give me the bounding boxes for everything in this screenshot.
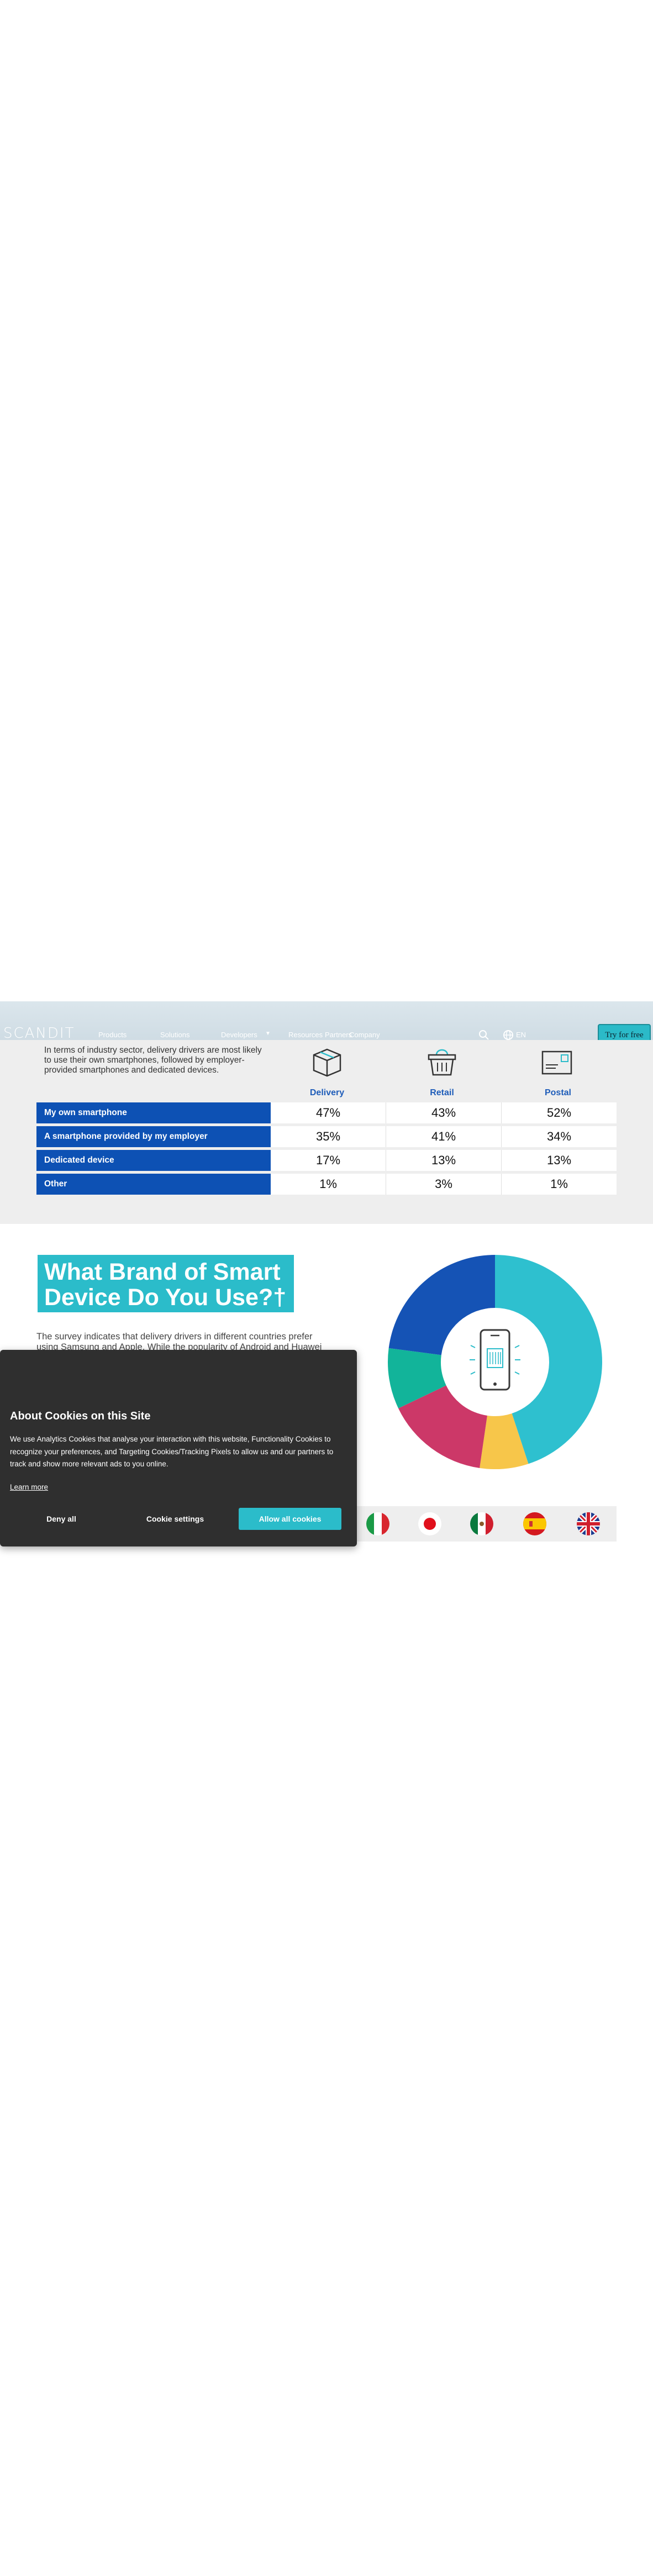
table-cell: 43% — [386, 1102, 501, 1123]
basket-icon — [428, 1049, 456, 1076]
japan-flag-icon[interactable] — [418, 1512, 441, 1535]
table-cell: 1% — [319, 1177, 337, 1191]
cookie-settings-button[interactable]: Cookie settings — [124, 1508, 227, 1530]
table-cell: 47% — [315, 1106, 341, 1120]
cookie-banner-title: About Cookies on this Site — [10, 1410, 151, 1422]
nav-item-partners[interactable]: Partners — [325, 1031, 352, 1038]
allow-all-cookies-button[interactable]: Allow all cookies — [239, 1508, 341, 1530]
table-row: 17% 13% 13% — [271, 1150, 617, 1171]
nav-item-company[interactable]: Company — [349, 1031, 380, 1038]
cookie-banner-text: We use Analytics Cookies that analyse yo… — [10, 1435, 334, 1468]
uk-flag-icon[interactable] — [577, 1512, 600, 1535]
sector-intro-text: In terms of industry sector, delivery dr… — [44, 1046, 262, 1075]
italy-flag-icon[interactable] — [366, 1512, 389, 1535]
brand-donut-chart — [388, 1255, 602, 1469]
table-cell: 52% — [501, 1102, 617, 1123]
table-cell: 34% — [501, 1126, 617, 1147]
table-row-label: My own smartphone — [36, 1102, 271, 1123]
smartphone-icon — [470, 1329, 520, 1391]
table-row: 47% 43% 52% — [271, 1102, 617, 1123]
column-header-delivery: Delivery — [309, 1088, 345, 1097]
spain-flag-icon[interactable] — [523, 1512, 546, 1535]
table-cell: 41% — [386, 1126, 501, 1147]
language-selector[interactable]: EN — [516, 1031, 526, 1038]
brand-section-title: What Brand of Smart Device Do You Use?† — [44, 1259, 287, 1311]
chevron-down-icon: ▼ — [265, 1031, 271, 1037]
table-row-label: Other — [36, 1174, 271, 1195]
table-row: 35% 41% 34% — [271, 1126, 617, 1147]
table-cell: 17% — [315, 1153, 341, 1167]
table-row: 1% 3% 1% — [271, 1174, 617, 1195]
box-icon — [313, 1048, 341, 1077]
table-row-label: Dedicated device — [36, 1150, 271, 1171]
nav-item-developers[interactable]: Developers — [221, 1031, 257, 1038]
scandit-logo[interactable]: SCANDIT — [3, 1026, 75, 1041]
table-cell: 13% — [386, 1150, 501, 1171]
nav-item-solutions[interactable]: Solutions — [160, 1031, 189, 1038]
donut-slice — [388, 1255, 495, 1355]
table-cell: 1% — [501, 1174, 617, 1195]
column-header-retail: Retail — [430, 1088, 454, 1097]
search-icon[interactable] — [478, 1030, 489, 1041]
nav-item-resources[interactable]: Resources — [288, 1031, 323, 1038]
table-cell: 35% — [315, 1129, 341, 1143]
globe-icon[interactable] — [503, 1030, 514, 1041]
table-cell: 3% — [386, 1174, 501, 1195]
postcard-icon — [541, 1051, 572, 1075]
deny-all-button[interactable]: Deny all — [10, 1508, 113, 1530]
column-header-postal: Postal — [544, 1088, 571, 1097]
nav-item-products[interactable]: Products — [98, 1031, 127, 1038]
table-cell: 13% — [501, 1150, 617, 1171]
learn-more-link[interactable]: Learn more — [10, 1483, 48, 1491]
mexico-flag-icon[interactable] — [470, 1512, 493, 1535]
table-row-label: A smartphone provided by my employer — [36, 1126, 271, 1147]
